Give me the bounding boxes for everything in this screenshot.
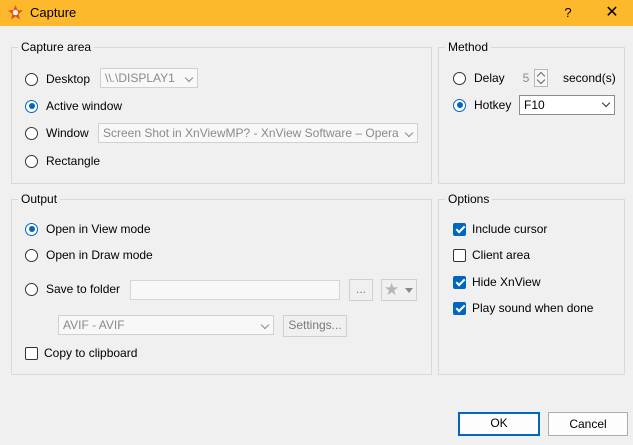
draw-mode-radio[interactable] — [25, 248, 38, 262]
star-icon: ★ — [384, 280, 400, 299]
active-window-option[interactable]: Active window — [25, 96, 122, 116]
hotkey-label: Hotkey — [474, 98, 512, 112]
format-select-value: AVIF - AVIF — [63, 318, 125, 332]
title-bar: Capture ? ✕ — [0, 0, 633, 26]
settings-button[interactable]: Settings... — [283, 315, 347, 337]
window-label: Window — [46, 126, 89, 140]
hotkey-select[interactable]: F10 — [519, 95, 615, 115]
delay-spinner[interactable]: 5 — [518, 68, 552, 88]
hide-xnview-checkbox[interactable] — [453, 275, 466, 289]
browse-button[interactable]: ... — [349, 279, 373, 301]
rectangle-radio[interactable] — [25, 154, 38, 168]
hide-xnview-label: Hide XnView — [472, 275, 541, 289]
view-mode-label: Open in View mode — [46, 222, 151, 236]
include-cursor-label: Include cursor — [472, 222, 548, 236]
rectangle-option[interactable]: Rectangle — [25, 151, 100, 171]
window-title: Capture — [30, 5, 77, 20]
play-sound-label: Play sound when done — [472, 301, 594, 315]
output-legend: Output — [18, 192, 61, 206]
window-radio[interactable] — [25, 126, 38, 140]
draw-mode-option[interactable]: Open in Draw mode — [25, 245, 153, 265]
desktop-label: Desktop — [46, 72, 91, 86]
clipboard-checkbox[interactable] — [25, 346, 38, 360]
hide-xnview-option[interactable]: Hide XnView — [453, 272, 540, 292]
desktop-radio[interactable] — [25, 72, 38, 86]
xnview-app-icon — [8, 5, 23, 20]
save-folder-radio[interactable] — [25, 282, 38, 296]
chevron-down-icon — [184, 73, 194, 83]
delay-option[interactable]: Delay — [453, 68, 505, 88]
display-select[interactable]: \\.\DISPLAY1 — [100, 68, 198, 88]
include-cursor-checkbox[interactable] — [453, 222, 466, 236]
play-sound-option[interactable]: Play sound when done — [453, 298, 593, 318]
window-select[interactable]: Screen Shot in XnViewMP? - XnView Softwa… — [98, 123, 418, 143]
draw-mode-label: Open in Draw mode — [46, 248, 153, 262]
client-area-label: Client area — [472, 248, 531, 262]
spin-buttons[interactable] — [534, 69, 548, 87]
delay-unit: second(s) — [563, 71, 616, 85]
ok-button[interactable]: OK — [458, 412, 540, 436]
active-window-radio[interactable] — [25, 99, 38, 113]
display-select-value: \\.\DISPLAY1 — [105, 71, 175, 85]
desktop-option[interactable]: Desktop — [25, 69, 90, 89]
format-select[interactable]: AVIF - AVIF — [58, 315, 274, 335]
active-window-label: Active window — [46, 99, 123, 113]
cancel-button[interactable]: Cancel — [548, 412, 628, 436]
favorites-button[interactable]: ★ — [381, 279, 417, 301]
delay-radio[interactable] — [453, 71, 466, 85]
view-mode-radio[interactable] — [25, 222, 38, 236]
save-folder-label: Save to folder — [46, 282, 121, 296]
help-button[interactable]: ? — [556, 3, 580, 23]
chevron-down-icon — [260, 320, 270, 330]
chevron-down-icon — [601, 98, 611, 108]
method-legend: Method — [445, 40, 492, 54]
window-option[interactable]: Window — [25, 123, 89, 143]
close-button[interactable]: ✕ — [600, 3, 624, 23]
client-area-option[interactable]: Client area — [453, 245, 530, 265]
clipboard-option[interactable]: Copy to clipboard — [25, 343, 137, 363]
view-mode-option[interactable]: Open in View mode — [25, 219, 151, 239]
hotkey-radio[interactable] — [453, 98, 466, 112]
hotkey-select-value: F10 — [524, 98, 545, 112]
window-select-value: Screen Shot in XnViewMP? - XnView Softwa… — [103, 126, 399, 140]
chevron-down-icon — [404, 128, 414, 138]
rectangle-label: Rectangle — [46, 154, 101, 168]
clipboard-label: Copy to clipboard — [44, 346, 138, 360]
delay-value: 5 — [522, 71, 530, 85]
options-legend: Options — [445, 192, 493, 206]
save-folder-option[interactable]: Save to folder — [25, 279, 120, 299]
capture-area-legend: Capture area — [18, 40, 95, 54]
delay-label: Delay — [474, 71, 505, 85]
play-sound-checkbox[interactable] — [453, 301, 466, 315]
hotkey-option[interactable]: Hotkey — [453, 95, 511, 115]
client-area-checkbox[interactable] — [453, 248, 466, 262]
include-cursor-option[interactable]: Include cursor — [453, 219, 547, 239]
dropdown-arrow-icon — [405, 288, 413, 293]
folder-input[interactable] — [130, 280, 340, 300]
